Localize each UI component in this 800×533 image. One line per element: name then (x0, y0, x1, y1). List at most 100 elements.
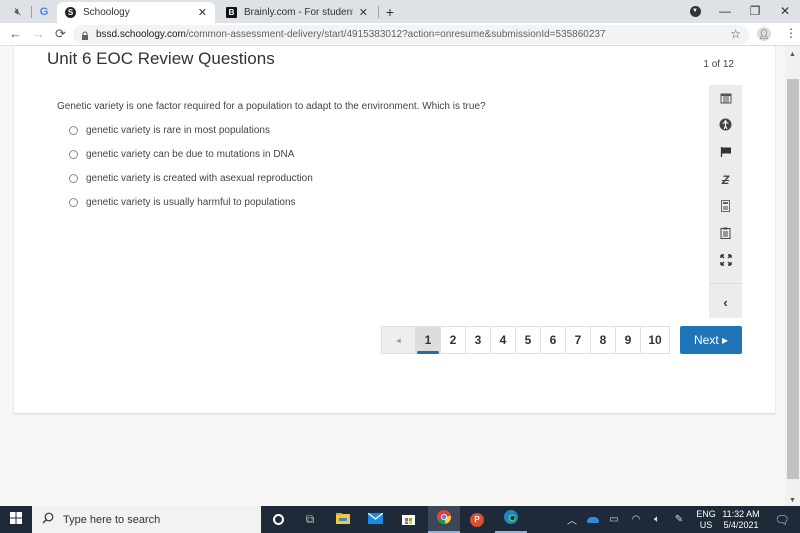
page-button-1[interactable]: 1 (415, 326, 441, 354)
language-code: ENG (694, 509, 718, 520)
calendar-button[interactable] (709, 88, 742, 110)
onedrive-button[interactable] (585, 506, 601, 533)
collapse-toolbar-button[interactable]: ‹ (709, 291, 742, 313)
next-button[interactable]: Next ▸ (680, 326, 742, 354)
choice-label: genetic variety is usually harmful to po… (86, 197, 296, 208)
close-icon: ✕ (780, 4, 790, 18)
volume-button[interactable]: 🔈︎ (649, 506, 665, 533)
page-button-4[interactable]: 4 (490, 326, 516, 354)
answer-choice[interactable]: genetic variety can be due to mutations … (69, 149, 294, 160)
show-hidden-icons-button[interactable]: ︿ (565, 506, 579, 533)
lock-icon (81, 31, 89, 39)
chrome-icon (437, 510, 451, 527)
question-counter: 1 of 12 (703, 59, 734, 70)
scroll-up-arrow-icon[interactable]: ▲ (785, 48, 800, 60)
url-bar[interactable]: bssd.schoology.com/common-assessment-del… (73, 25, 749, 44)
close-window-button[interactable]: ✕ (770, 2, 800, 20)
tab-brainly[interactable]: B Brainly.com - For students. By stu ✕ (218, 2, 376, 23)
page-button-9[interactable]: 9 (615, 326, 641, 354)
battery-button[interactable]: ▭ (606, 506, 622, 533)
powerpoint-icon: P (470, 513, 484, 527)
restore-icon: ❐ (750, 4, 761, 18)
fullscreen-button[interactable] (709, 250, 742, 272)
page-button-5[interactable]: 5 (515, 326, 541, 354)
google-tab[interactable]: G (35, 3, 53, 21)
answer-choice[interactable]: genetic variety is created with asexual … (69, 173, 313, 184)
radio-button[interactable] (69, 198, 78, 207)
page-button-7[interactable]: 7 (565, 326, 591, 354)
powerpoint-button[interactable]: P (461, 506, 493, 533)
menu-kebab-icon[interactable]: ⋮ (785, 26, 797, 40)
page-button-3[interactable]: 3 (465, 326, 491, 354)
tab-title: Schoology (83, 7, 192, 18)
mail-button[interactable] (359, 506, 391, 533)
reload-button[interactable]: ⟳ (55, 26, 66, 42)
minimize-button[interactable]: — (710, 2, 740, 20)
flag-button[interactable] (709, 142, 742, 164)
task-view-button[interactable]: ⧉ (294, 506, 326, 533)
tab-search-button[interactable]: ▼ (680, 2, 710, 20)
edge-icon (504, 510, 518, 527)
muted-speaker-icon: 🔇︎ (15, 6, 22, 19)
assessment-card: Unit 6 EOC Review Questions 1 of 12 Gene… (14, 46, 775, 413)
toolbar-divider (709, 283, 742, 284)
scroll-down-arrow-icon[interactable]: ▼ (785, 494, 800, 506)
previous-button[interactable]: ◂ (381, 326, 416, 354)
answer-choice[interactable]: genetic variety is usually harmful to po… (69, 197, 296, 208)
clock-time: 11:32 AM (716, 509, 766, 520)
radio-button[interactable] (69, 150, 78, 159)
wifi-button[interactable]: ◠ (628, 506, 644, 533)
close-tab-icon[interactable]: ✕ (198, 6, 207, 19)
forward-button[interactable]: → (32, 26, 45, 41)
restore-button[interactable]: ❐ (740, 2, 770, 20)
radio-button[interactable] (69, 174, 78, 183)
calculator-icon (721, 200, 730, 215)
tab-schoology[interactable]: S Schoology ✕ (57, 2, 215, 23)
scrollbar-thumb[interactable] (787, 79, 799, 479)
chevron-down-icon: ▼ (690, 6, 701, 17)
language-indicator[interactable]: ENGUS (694, 509, 718, 531)
strikethrough-button[interactable]: Z (709, 169, 742, 191)
brainly-icon: B (226, 7, 237, 18)
page-scrollbar[interactable]: ▲ ▼ (785, 46, 800, 506)
page-button-2[interactable]: 2 (440, 326, 466, 354)
start-button[interactable] (0, 506, 32, 533)
choice-label: genetic variety is created with asexual … (86, 173, 313, 184)
tab-title: Brainly.com - For students. By stu (244, 7, 353, 18)
cortana-button[interactable] (262, 506, 294, 533)
region-code: US (694, 520, 718, 531)
notepad-icon (720, 227, 731, 242)
page-button-8[interactable]: 8 (590, 326, 616, 354)
system-clock[interactable]: 11:32 AM5/4/2021 (716, 509, 766, 531)
store-button[interactable] (392, 506, 424, 533)
tools-sidebar: Z ‹ (709, 85, 742, 318)
cloud-icon (587, 517, 599, 523)
answer-choice[interactable]: genetic variety is rare in most populati… (69, 125, 270, 136)
taskbar-search-box[interactable]: Type here to search (32, 506, 261, 533)
chrome-button[interactable] (428, 506, 460, 533)
tab-separator (31, 6, 32, 18)
edge-button[interactable] (495, 506, 527, 533)
bookmark-star-icon[interactable]: ☆ (730, 27, 741, 41)
url-domain: bssd.schoology.com (96, 29, 186, 40)
schoology-icon: S (65, 7, 76, 18)
notepad-button[interactable] (709, 223, 742, 245)
new-tab-button[interactable]: + (382, 3, 398, 21)
radio-button[interactable] (69, 126, 78, 135)
page-button-10[interactable]: 10 (640, 326, 670, 354)
calendar-icon (720, 92, 732, 107)
task-view-icon: ⧉ (306, 512, 315, 527)
browser-tab-bar: 🔇︎ G S Schoology ✕ B Brainly.com - For s… (0, 0, 800, 23)
page-button-6[interactable]: 6 (540, 326, 566, 354)
action-center-button[interactable]: 🗨︎ (772, 506, 792, 533)
accessibility-button[interactable] (709, 115, 742, 137)
file-explorer-button[interactable] (327, 506, 359, 533)
calculator-button[interactable] (709, 196, 742, 218)
profile-avatar-icon[interactable]: 👤︎ (757, 27, 771, 41)
muted-tab[interactable]: 🔇︎ (8, 3, 28, 21)
address-bar-row: ← → ⟳ bssd.schoology.com/common-assessme… (0, 23, 800, 46)
back-button[interactable]: ← (9, 26, 22, 41)
minimize-icon: — (719, 4, 731, 18)
close-tab-icon[interactable]: ✕ (359, 6, 368, 19)
pen-workspace-button[interactable]: ✎ (671, 506, 687, 533)
